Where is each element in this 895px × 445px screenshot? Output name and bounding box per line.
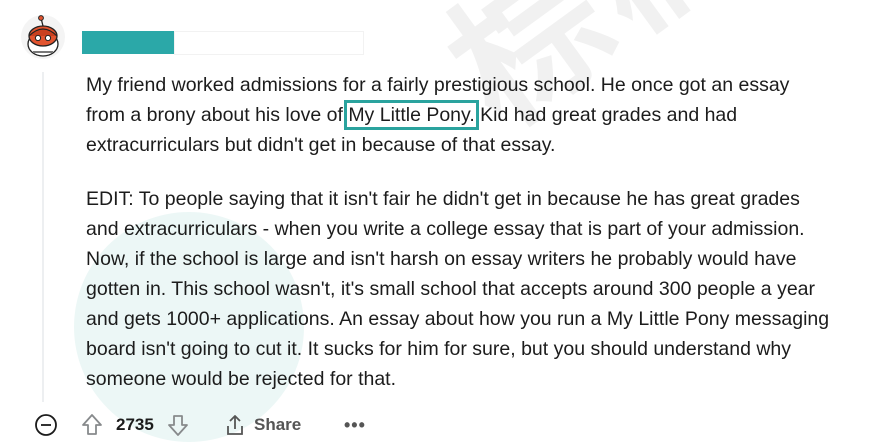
highlighted-phrase: My Little Pony. [344,100,479,130]
username-meta-redacted [174,31,364,55]
comment-action-bar: 2735 Share ••• [30,405,890,445]
username-redacted[interactable] [82,31,174,54]
collapse-button[interactable] [34,405,58,445]
comment-paragraph: My friend worked admissions for a fairly… [86,70,886,160]
collapse-minus-icon [35,414,57,436]
upvote-arrow-icon [82,414,102,435]
downvote-arrow-icon [168,415,188,436]
comment-text-segment: from a brony about his love of [86,104,349,126]
reddit-snoo-avatar-icon [21,15,65,59]
more-options-button[interactable]: ••• [344,405,366,445]
vote-score: 2735 [116,415,154,434]
share-button[interactable]: Share [224,405,301,445]
upvote-button[interactable] [80,405,104,445]
share-label: Share [254,415,302,434]
comment-text-segment: EDIT: To people saying that it isn't fai… [86,188,800,210]
comment-text-segment: and gets 1000+ applications. An essay ab… [86,308,830,330]
thread-line[interactable] [42,72,44,402]
comment-text-segment: gotten in. This school wasn't, it's smal… [86,278,816,300]
comment-text-segment: someone would be rejected for that. [86,368,397,390]
share-icon [227,415,243,435]
comment-paragraph: EDIT: To people saying that it isn't fai… [86,184,886,394]
comment-body: My friend worked admissions for a fairly… [86,70,886,418]
comment-text-segment: My friend worked admissions for a fairly… [86,74,790,96]
user-avatar[interactable] [20,14,66,60]
comment-text-segment: Now, if the school is large and isn't ha… [86,248,797,270]
comment-text-segment: board isn't going to cut it. It sucks fo… [86,338,792,360]
comment-text-segment: Kid had great grades and had [474,104,738,126]
comment-text-segment: extracurriculars but didn't get in becau… [86,134,556,156]
downvote-button[interactable] [166,405,190,445]
more-options-icon: ••• [344,414,366,435]
comment-text-segment: and extracurriculars - when you write a … [86,218,805,240]
